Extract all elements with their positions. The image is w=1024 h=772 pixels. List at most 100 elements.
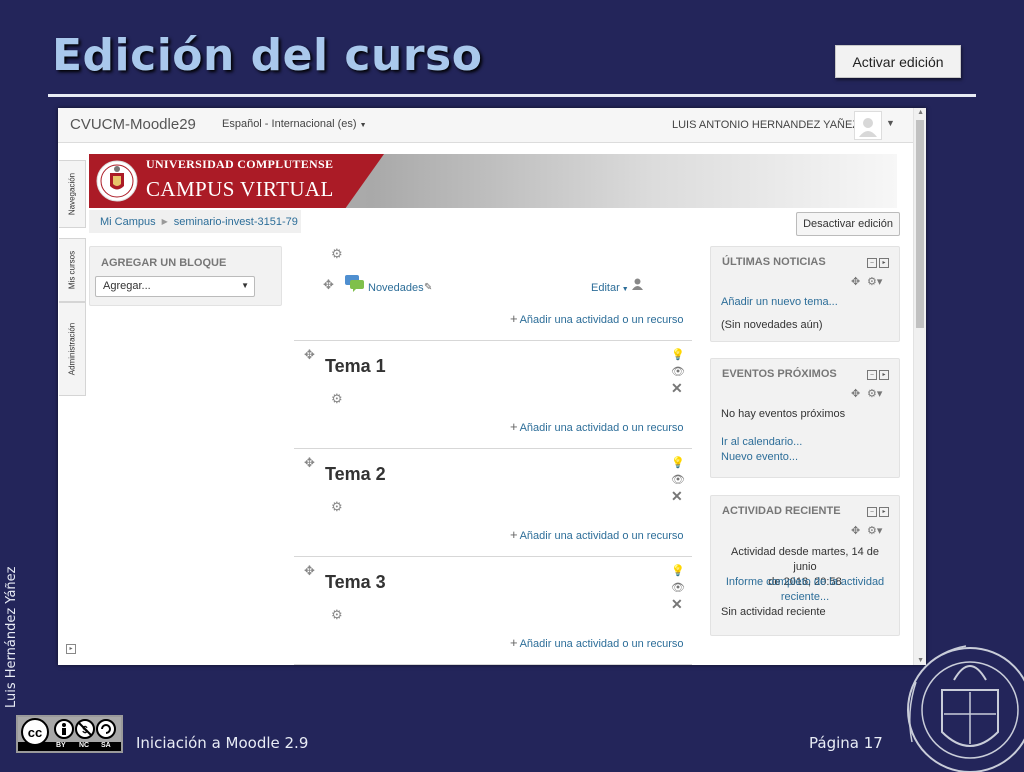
- user-menu-chevron-icon[interactable]: ▼: [886, 118, 895, 128]
- block-ultimas-noticias: ÚLTIMAS NOTICIAS – ▸ ✥ ⚙▾ Añadir un nuev…: [710, 246, 900, 342]
- move-icon[interactable]: ✥: [304, 563, 315, 579]
- cc-license-badge: cc $ BY NC SA: [16, 715, 123, 753]
- add-topic-link[interactable]: Añadir un nuevo tema...: [721, 296, 838, 308]
- plus-icon: +: [510, 635, 518, 650]
- assign-role-icon[interactable]: [632, 278, 643, 290]
- close-icon[interactable]: ✕: [671, 596, 683, 613]
- block-title: EVENTOS PRÓXIMOS: [722, 368, 837, 380]
- move-icon[interactable]: ✥: [304, 455, 315, 471]
- plus-icon: +: [510, 311, 518, 326]
- move-icon[interactable]: ✥: [851, 387, 860, 400]
- add-activity-link[interactable]: + Añadir una actividad o un recurso: [510, 527, 683, 542]
- chevron-down-icon: ▼: [619, 286, 629, 293]
- close-icon[interactable]: ✕: [671, 380, 683, 397]
- breadcrumb-course[interactable]: seminario-invest-3151-79: [174, 216, 298, 228]
- pencil-icon[interactable]: ✎: [424, 282, 432, 293]
- scroll-thumb[interactable]: [916, 120, 924, 328]
- scrollbar[interactable]: ▲ ▼: [913, 108, 926, 665]
- minimize-icon[interactable]: –: [867, 370, 877, 380]
- novedades-link[interactable]: Novedades: [368, 282, 424, 294]
- moodle-screenshot: CVUCM-Moodle29 Español - Internacional (…: [58, 108, 926, 665]
- new-event-link[interactable]: Nuevo evento...: [721, 451, 798, 463]
- eye-icon[interactable]: 👁: [671, 473, 685, 486]
- breadcrumb: Mi Campus ▶ seminario-invest-3151-79: [89, 210, 301, 233]
- gear-icon[interactable]: ⚙: [331, 246, 343, 262]
- ucm-watermark-seal: [907, 645, 1024, 772]
- banner-university: UNIVERSIDAD COMPLUTENSE: [146, 157, 334, 171]
- section-divider: [294, 448, 692, 449]
- side-tab-label: Navegación: [67, 172, 77, 216]
- user-name[interactable]: LUIS ANTONIO HERNANDEZ YAÑEZ: [672, 119, 859, 131]
- move-icon[interactable]: ✥: [851, 275, 860, 288]
- side-tab-label: Administración: [67, 322, 77, 376]
- author-vertical: Luis Hernández Yáñez: [4, 566, 19, 709]
- events-empty-text: No hay eventos próximos: [721, 408, 846, 420]
- activity-since-line: Actividad desde martes, 14 de junio: [731, 546, 879, 573]
- ucm-seal-logo: [96, 160, 138, 202]
- lightbulb-icon[interactable]: 💡: [671, 456, 685, 469]
- desactivar-edicion-button[interactable]: Desactivar edición: [796, 212, 900, 236]
- activar-edicion-button[interactable]: Activar edición: [835, 45, 961, 78]
- dock-block-icon[interactable]: ▸: [879, 258, 889, 268]
- section-divider: [294, 664, 692, 665]
- block-eventos-proximos: EVENTOS PRÓXIMOS – ▸ ✥ ⚙▾ No hay eventos…: [710, 358, 900, 478]
- gear-icon[interactable]: ⚙: [331, 607, 343, 623]
- side-tab-administracion[interactable]: Administración: [59, 302, 86, 396]
- avatar[interactable]: [854, 111, 882, 140]
- gear-icon[interactable]: ⚙▾: [867, 524, 882, 537]
- add-activity-link[interactable]: + Añadir una actividad o un recurso: [510, 311, 683, 326]
- side-tab-mis-cursos[interactable]: Mis cursos: [59, 238, 86, 302]
- move-icon[interactable]: ✥: [304, 347, 315, 363]
- close-icon[interactable]: ✕: [671, 488, 683, 505]
- move-icon[interactable]: ✥: [851, 524, 860, 537]
- svg-text:cc: cc: [28, 725, 42, 740]
- editar-menu[interactable]: Editar ▼: [591, 282, 629, 294]
- lightbulb-icon[interactable]: 💡: [671, 348, 685, 361]
- move-icon[interactable]: ✥: [323, 277, 334, 293]
- editar-label: Editar: [591, 282, 620, 294]
- section-divider: [294, 556, 692, 557]
- gear-icon[interactable]: ⚙▾: [867, 275, 882, 288]
- scroll-up-arrow-icon[interactable]: ▲: [917, 109, 924, 116]
- eye-icon[interactable]: 👁: [671, 581, 685, 594]
- language-menu[interactable]: Español - Internacional (es) ▼: [222, 118, 367, 130]
- slide-title: Edición del curso: [52, 30, 483, 81]
- gear-icon[interactable]: ⚙▾: [867, 387, 882, 400]
- dock-block-icon[interactable]: ▸: [879, 370, 889, 380]
- dock-icon[interactable]: ▸: [66, 644, 76, 654]
- navbar: CVUCM-Moodle29 Español - Internacional (…: [58, 108, 914, 143]
- add-activity-link[interactable]: + Añadir una actividad o un recurso: [510, 635, 683, 650]
- forum-icon: [345, 275, 364, 292]
- campus-banner: UNIVERSIDAD COMPLUTENSE CAMPUS VIRTUAL: [89, 154, 897, 208]
- eye-icon[interactable]: 👁: [671, 365, 685, 378]
- add-activity-link[interactable]: + Añadir una actividad o un recurso: [510, 419, 683, 434]
- gear-icon[interactable]: ⚙: [331, 499, 343, 515]
- add-block-select-value: Agregar...: [103, 280, 151, 292]
- cc-sa-label: SA: [101, 742, 111, 749]
- site-brand[interactable]: CVUCM-Moodle29: [70, 116, 196, 133]
- section-title[interactable]: Tema 3: [325, 572, 386, 593]
- select-caret-icon: ▼: [241, 281, 249, 290]
- add-activity-label: Añadir una actividad o un recurso: [519, 422, 684, 434]
- section-title[interactable]: Tema 2: [325, 464, 386, 485]
- calendar-link[interactable]: Ir al calendario...: [721, 436, 802, 448]
- chevron-down-icon: ▼: [359, 122, 367, 129]
- dock-block-icon[interactable]: ▸: [879, 507, 889, 517]
- minimize-icon[interactable]: –: [867, 507, 877, 517]
- add-block-select[interactable]: Agregar... ▼: [95, 276, 255, 297]
- banner-campus-virtual: CAMPUS VIRTUAL: [146, 177, 334, 201]
- page-number: Página 17: [809, 734, 883, 752]
- add-block-title: AGREGAR UN BLOQUE: [101, 257, 227, 269]
- gear-icon[interactable]: ⚙: [331, 391, 343, 407]
- lightbulb-icon[interactable]: 💡: [671, 564, 685, 577]
- full-report-link[interactable]: Informe completo de la actividad recient…: [719, 575, 891, 605]
- side-tab-navegacion[interactable]: Navegación: [59, 160, 86, 228]
- block-actividad-reciente: ACTIVIDAD RECIENTE – ▸ ✥ ⚙▾ Actividad de…: [710, 495, 900, 636]
- footer-course-title: Iniciación a Moodle 2.9: [136, 734, 309, 752]
- section-title[interactable]: Tema 1: [325, 356, 386, 377]
- breadcrumb-mi-campus[interactable]: Mi Campus: [100, 216, 156, 228]
- cc-nc-label: NC: [79, 742, 90, 749]
- add-block-panel: AGREGAR UN BLOQUE Agregar... ▼: [89, 246, 282, 306]
- breadcrumb-separator-icon: ▶: [161, 217, 168, 226]
- minimize-icon[interactable]: –: [867, 258, 877, 268]
